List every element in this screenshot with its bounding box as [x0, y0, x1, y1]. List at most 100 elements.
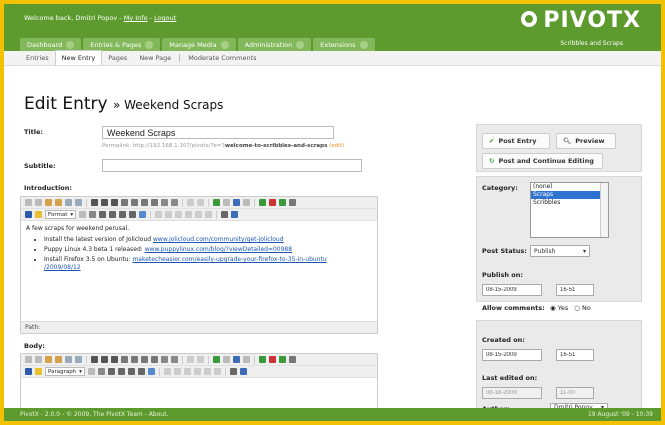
edit-icon[interactable]	[139, 211, 147, 218]
align-justify-icon[interactable]	[129, 211, 137, 218]
paste-icon[interactable]	[45, 199, 52, 206]
align-center-icon[interactable]	[109, 211, 117, 218]
table-row-icon[interactable]	[197, 356, 204, 363]
insert-image-icon[interactable]	[213, 356, 220, 363]
align-right-icon[interactable]	[119, 211, 127, 218]
post-entry-button[interactable]: ✔ Post Entry	[482, 133, 550, 149]
special-char-icon[interactable]	[229, 368, 237, 375]
publish-date-input[interactable]	[482, 284, 542, 296]
created-time-input[interactable]	[556, 349, 594, 361]
html-icon[interactable]	[239, 368, 247, 375]
cell-props-icon[interactable]	[165, 211, 173, 218]
undo-icon[interactable]	[25, 199, 32, 206]
flash-icon[interactable]	[269, 199, 276, 206]
nav-administration[interactable]: Administration	[237, 38, 312, 51]
horizontal-rule-icon[interactable]	[151, 199, 158, 206]
subnav-new-entry[interactable]: New Entry	[54, 50, 103, 65]
nav-extensions[interactable]: Extensions	[313, 38, 375, 51]
strikethrough-icon[interactable]	[121, 356, 128, 363]
cell-props-icon[interactable]	[173, 368, 181, 375]
numbered-list-icon[interactable]	[171, 356, 178, 363]
highlight-color-icon[interactable]	[35, 211, 42, 218]
underline-icon[interactable]	[111, 199, 118, 206]
jolicloud-link[interactable]: www.jolicloud.com/community/get-joliclou…	[153, 236, 284, 243]
redo-icon[interactable]	[35, 356, 42, 363]
link-icon[interactable]	[233, 199, 240, 206]
outdent-icon[interactable]	[87, 368, 95, 375]
bullet-list-icon[interactable]	[161, 356, 168, 363]
table-row-icon[interactable]	[197, 199, 204, 206]
paste-icon[interactable]	[45, 356, 52, 363]
format-select[interactable]: Format ▾	[45, 210, 77, 219]
insert-image-icon[interactable]	[213, 199, 220, 206]
html-source-icon[interactable]	[75, 356, 82, 363]
indent-icon[interactable]	[97, 368, 105, 375]
table-icon[interactable]	[187, 199, 194, 206]
subscript-icon[interactable]	[131, 356, 138, 363]
subnav-entries[interactable]: Entries	[20, 51, 55, 65]
permalink-edit-link[interactable]: (edit)	[329, 143, 344, 149]
media-icon[interactable]	[259, 356, 266, 363]
cleanup-icon[interactable]	[65, 356, 72, 363]
merge-cells-icon[interactable]	[183, 368, 191, 375]
paragraph-select[interactable]: Paragraph ▾	[45, 367, 85, 376]
link-icon[interactable]	[233, 356, 240, 363]
insert-row-icon[interactable]	[203, 368, 211, 375]
insert-row-icon[interactable]	[195, 211, 203, 218]
cleanup-icon[interactable]	[65, 199, 72, 206]
split-cells-icon[interactable]	[193, 368, 201, 375]
anchor-icon[interactable]	[223, 199, 230, 206]
category-scrollbar[interactable]	[600, 183, 608, 237]
preview-button[interactable]: 🔍︎ Preview	[556, 133, 616, 149]
title-input[interactable]	[102, 126, 334, 139]
category-option-selected[interactable]: Scraps	[531, 191, 608, 199]
subnav-moderate-comments[interactable]: Moderate Comments	[182, 51, 262, 65]
superscript-icon[interactable]	[141, 199, 148, 206]
bold-icon[interactable]	[91, 356, 98, 363]
subtitle-input[interactable]	[102, 159, 362, 172]
strikethrough-icon[interactable]	[121, 199, 128, 206]
publish-time-input[interactable]	[556, 284, 594, 296]
table-props-icon[interactable]	[155, 211, 163, 218]
flash-icon[interactable]	[269, 356, 276, 363]
bold-icon[interactable]	[91, 199, 98, 206]
comments-no-radio[interactable]: ○ No	[574, 304, 591, 312]
delete-row-icon[interactable]	[205, 211, 213, 218]
highlight-color-icon[interactable]	[35, 368, 42, 375]
category-option[interactable]: Scribbles	[531, 199, 608, 207]
nav-manage-media[interactable]: Manage Media	[162, 38, 236, 51]
created-date-input[interactable]	[482, 349, 542, 361]
italic-icon[interactable]	[101, 199, 108, 206]
html-icon[interactable]	[231, 211, 239, 218]
table-icon[interactable]	[187, 356, 194, 363]
fullscreen-icon[interactable]	[289, 199, 296, 206]
align-center-icon[interactable]	[117, 368, 125, 375]
unlink-icon[interactable]	[243, 356, 250, 363]
redo-icon[interactable]	[35, 199, 42, 206]
special-char-icon[interactable]	[221, 211, 229, 218]
table-props-icon[interactable]	[163, 368, 171, 375]
category-list[interactable]: (none) Scraps Scribbles	[530, 182, 609, 238]
anchor-icon[interactable]	[223, 356, 230, 363]
comments-yes-radio[interactable]: ◉ Yes	[550, 304, 568, 312]
underline-icon[interactable]	[111, 356, 118, 363]
download-icon[interactable]	[279, 199, 286, 206]
post-continue-button[interactable]: ↻ Post and Continue Editing	[482, 153, 603, 169]
firefox-link-continued[interactable]: /2009/08/12	[44, 264, 81, 271]
media-icon[interactable]	[259, 199, 266, 206]
paste-text-icon[interactable]	[55, 199, 62, 206]
outdent-icon[interactable]	[79, 211, 87, 218]
align-left-icon[interactable]	[99, 211, 107, 218]
numbered-list-icon[interactable]	[171, 199, 178, 206]
font-color-icon[interactable]	[25, 211, 32, 218]
italic-icon[interactable]	[101, 356, 108, 363]
post-status-select[interactable]: Publish ▾	[530, 245, 590, 257]
introduction-content[interactable]: A few scraps for weekend perusal. Instal…	[21, 221, 377, 278]
download-icon[interactable]	[279, 356, 286, 363]
superscript-icon[interactable]	[141, 356, 148, 363]
logout-link[interactable]: Logout	[154, 14, 176, 22]
firefox-link[interactable]: maketecheasier.com/easily-upgrade-your-f…	[132, 256, 326, 263]
category-option[interactable]: (none)	[531, 183, 608, 191]
delete-row-icon[interactable]	[213, 368, 221, 375]
fullscreen-icon[interactable]	[289, 356, 296, 363]
